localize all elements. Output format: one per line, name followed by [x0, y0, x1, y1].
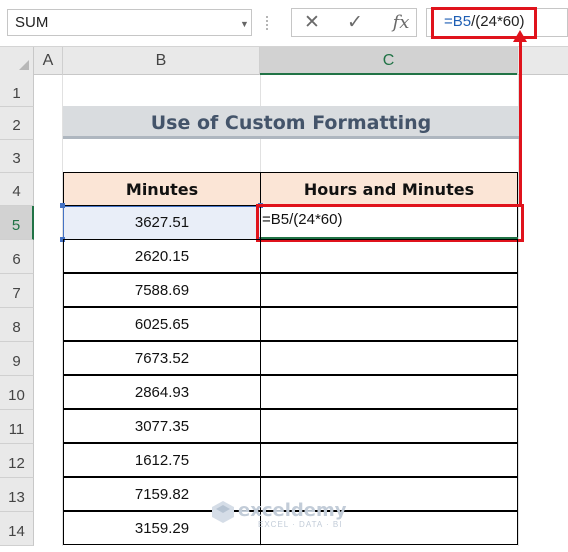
header-minutes[interactable]: Minutes [63, 172, 261, 206]
row-header-2[interactable]: 2 [0, 107, 34, 140]
hours-cell[interactable] [260, 409, 518, 443]
chevron-down-icon[interactable]: ▼ [240, 19, 249, 29]
row-header-3[interactable]: 3 [0, 140, 34, 173]
hours-cell[interactable] [260, 239, 518, 273]
cell-highlight-box [256, 204, 524, 242]
column-header-c[interactable]: C [260, 47, 518, 75]
row-header-6[interactable]: 6 [0, 240, 34, 274]
ref-handle[interactable] [60, 203, 65, 208]
cancel-icon[interactable]: ✕ [298, 9, 326, 37]
minutes-cell[interactable]: 2864.93 [63, 375, 261, 409]
row-header-14[interactable]: 14 [0, 512, 34, 546]
row-header-4[interactable]: 4 [0, 173, 34, 206]
name-box[interactable]: SUM ▼ [7, 9, 252, 36]
name-box-value: SUM [15, 14, 49, 31]
minutes-cell[interactable]: 7673.52 [63, 341, 261, 375]
row-header-7[interactable]: 7 [0, 274, 34, 308]
minutes-value: 3627.51 [134, 214, 190, 231]
exceldemy-logo-icon [212, 501, 234, 523]
row-header-13[interactable]: 13 [0, 478, 34, 512]
minutes-cell[interactable]: 6025.65 [63, 307, 261, 341]
row-header-5[interactable]: 5 [0, 206, 34, 240]
minutes-cell[interactable]: 7588.69 [63, 273, 261, 307]
check-icon[interactable]: ✓ [341, 9, 369, 37]
hours-cell[interactable] [260, 375, 518, 409]
watermark-tagline: EXCEL · DATA · BI [258, 520, 343, 529]
hours-cell[interactable] [260, 443, 518, 477]
column-header-b[interactable]: B [63, 47, 260, 75]
row-header-10[interactable]: 10 [0, 376, 34, 410]
select-all-icon [19, 60, 29, 70]
page-title: Use of Custom Formatting [150, 112, 432, 134]
column-header-a[interactable]: A [34, 47, 63, 75]
minutes-cell[interactable]: 3077.35 [63, 409, 261, 443]
row-header-1[interactable]: 1 [0, 75, 34, 107]
hours-cell[interactable] [260, 273, 518, 307]
minutes-cell[interactable]: 2620.15 [63, 239, 261, 273]
separator-handle[interactable] [266, 16, 268, 30]
watermark-name: exceldemy [238, 500, 347, 521]
header-hours-minutes[interactable]: Hours and Minutes [260, 172, 518, 206]
row-header-9[interactable]: 9 [0, 342, 34, 376]
hours-cell[interactable] [260, 307, 518, 341]
row-header-11[interactable]: 11 [0, 410, 34, 444]
minutes-cell[interactable]: 1612.75 [63, 443, 261, 477]
row-header-12[interactable]: 12 [0, 444, 34, 478]
arrow-head-icon [513, 30, 527, 42]
hours-cell[interactable] [260, 341, 518, 375]
insert-function-icon[interactable]: fx [387, 9, 415, 37]
row-header-8[interactable]: 8 [0, 308, 34, 342]
annotation-arrow [519, 36, 522, 206]
